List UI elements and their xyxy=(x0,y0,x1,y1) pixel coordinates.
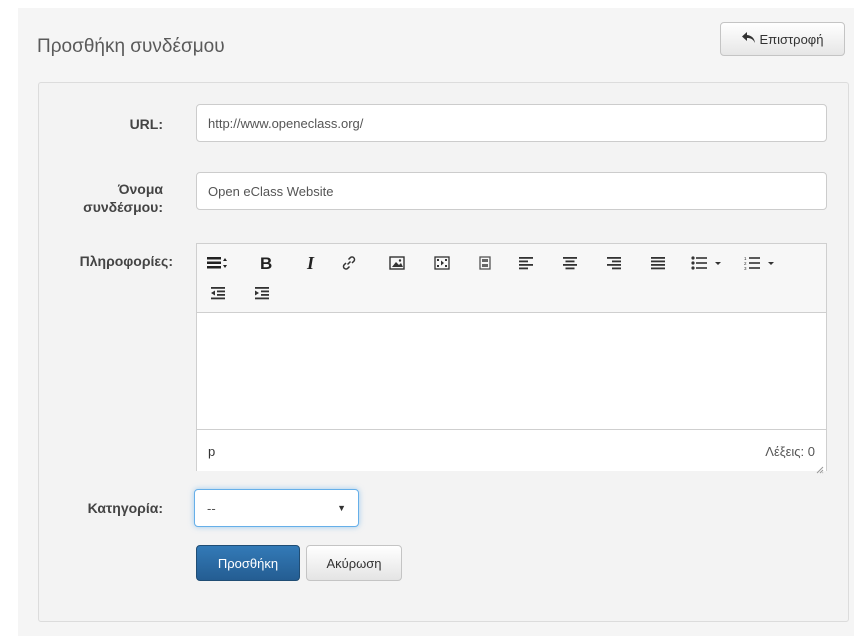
numbered-list-icon[interactable]: 123 xyxy=(744,253,782,273)
svg-text:I: I xyxy=(306,255,315,271)
caret-down-icon: ▼ xyxy=(337,503,346,513)
url-input[interactable]: http://www.openeclass.org/ xyxy=(196,104,827,142)
editor-toolbar: B I 123 xyxy=(197,244,826,313)
format-select-icon[interactable] xyxy=(207,253,229,273)
link-name-label-line2: συνδέσμου: xyxy=(83,199,163,215)
align-right-icon[interactable] xyxy=(603,253,625,273)
rich-text-editor: B I 123 p Λέξεις: 0 xyxy=(196,243,827,474)
category-select[interactable]: -- ▼ xyxy=(194,489,359,527)
outdent-icon[interactable] xyxy=(207,283,229,303)
bullet-list-icon[interactable] xyxy=(691,253,729,273)
category-label: Κατηγορία: xyxy=(87,500,163,516)
page-title: Προσθήκη συνδέσμου xyxy=(37,36,225,57)
word-count: Λέξεις: 0 xyxy=(765,444,815,459)
indent-icon[interactable] xyxy=(251,283,273,303)
url-label: URL: xyxy=(129,116,163,132)
link-name-input[interactable]: Open eClass Website xyxy=(196,172,827,210)
resize-handle-icon[interactable] xyxy=(816,461,824,474)
reply-arrow-icon xyxy=(741,31,755,47)
submit-button[interactable]: Προσθήκη xyxy=(196,545,300,581)
align-justify-icon[interactable] xyxy=(647,253,669,273)
back-button[interactable]: Επιστροφή xyxy=(720,22,845,56)
bold-icon[interactable]: B xyxy=(255,253,277,273)
link-name-label: Όνομα συνδέσμου: xyxy=(40,180,163,216)
media-icon[interactable] xyxy=(431,253,453,273)
editor-statusbar: p Λέξεις: 0 xyxy=(197,429,826,474)
back-button-label: Επιστροφή xyxy=(759,31,824,47)
video-icon[interactable] xyxy=(474,253,496,273)
editor-content-area[interactable] xyxy=(197,313,826,429)
svg-text:B: B xyxy=(260,255,272,271)
svg-text:3: 3 xyxy=(744,266,747,270)
align-left-icon[interactable] xyxy=(515,253,537,273)
image-icon[interactable] xyxy=(386,253,408,273)
align-center-icon[interactable] xyxy=(559,253,581,273)
link-icon[interactable] xyxy=(338,253,360,273)
italic-icon[interactable]: I xyxy=(301,253,323,273)
info-label: Πληροφορίες: xyxy=(79,253,173,269)
category-selected-value: -- xyxy=(207,500,216,516)
element-path[interactable]: p xyxy=(208,444,215,459)
cancel-button[interactable]: Ακύρωση xyxy=(306,545,402,581)
link-name-label-line1: Όνομα xyxy=(117,181,163,197)
